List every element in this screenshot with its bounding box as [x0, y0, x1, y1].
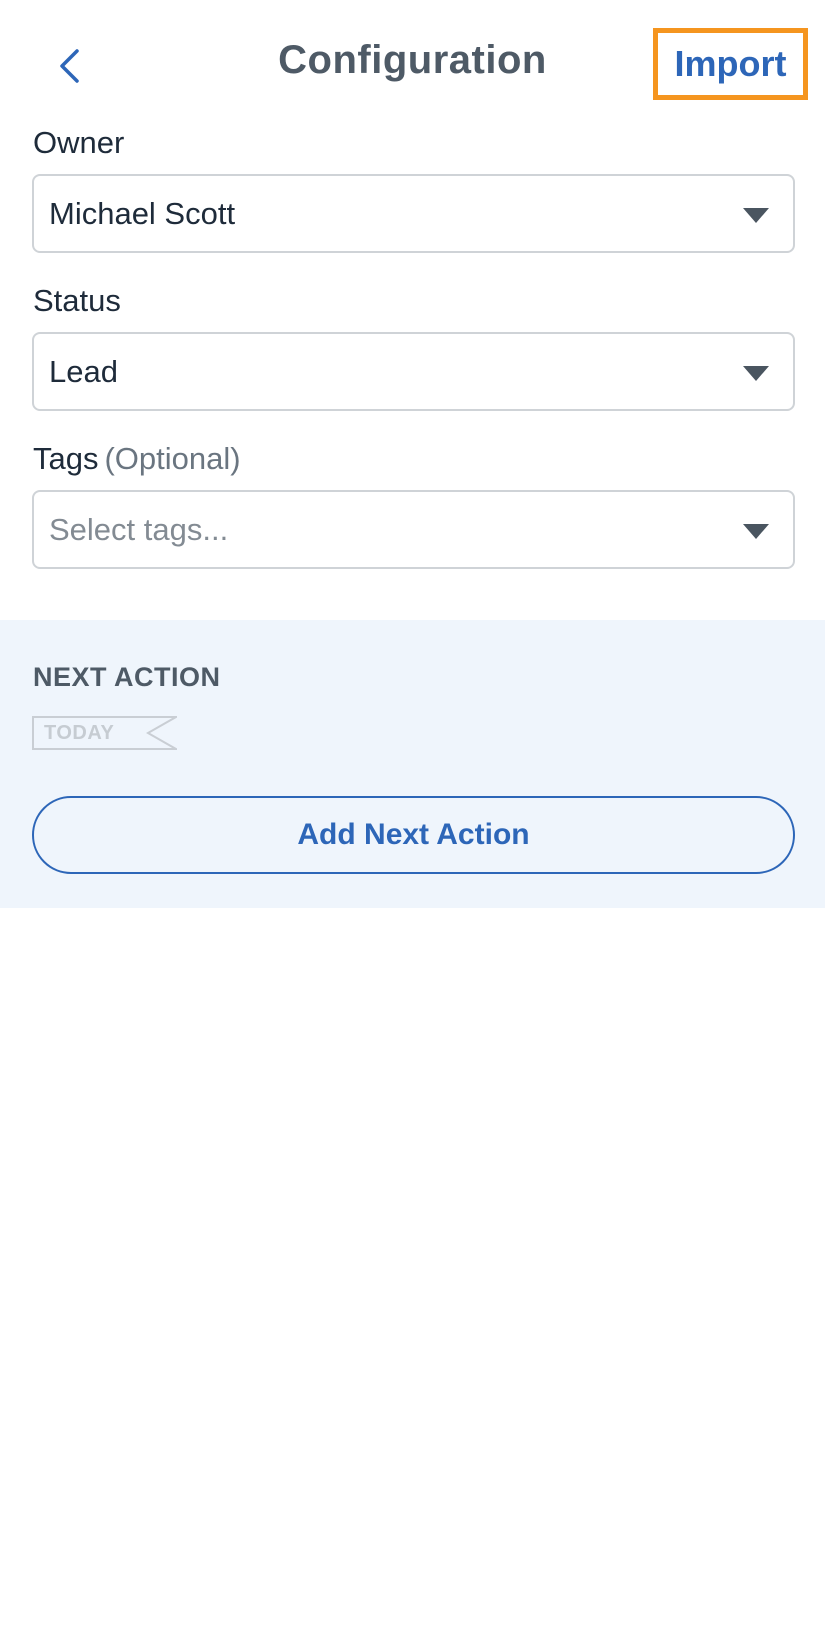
optional-label: (Optional) [104, 441, 241, 476]
next-action-heading: NEXT ACTION [33, 662, 221, 692]
nav-header: Configuration Import [0, 0, 825, 120]
tags-placeholder: Select tags... [49, 512, 229, 547]
next-action-section: NEXT ACTION TODAY Add Next Action [0, 620, 825, 908]
dropdown-arrow-icon [743, 366, 769, 381]
owner-value: Michael Scott [49, 196, 236, 231]
import-button[interactable]: Import [653, 28, 808, 100]
tags-label: Tags (Optional) [33, 441, 241, 477]
tags-label-text: Tags [33, 441, 99, 476]
status-select[interactable]: Lead [32, 332, 795, 411]
today-tag: TODAY [32, 716, 177, 750]
owner-select[interactable]: Michael Scott [32, 174, 795, 253]
dropdown-arrow-icon [743, 524, 769, 539]
today-tag-label: TODAY [44, 722, 115, 744]
status-value: Lead [49, 354, 118, 389]
add-next-action-button[interactable]: Add Next Action [32, 796, 795, 874]
owner-label: Owner [33, 125, 125, 160]
dropdown-arrow-icon [743, 208, 769, 223]
status-label: Status [33, 283, 121, 318]
configuration-screen: Configuration Import Owner Michael Scott… [0, 0, 825, 1640]
tags-select[interactable]: Select tags... [32, 490, 795, 569]
